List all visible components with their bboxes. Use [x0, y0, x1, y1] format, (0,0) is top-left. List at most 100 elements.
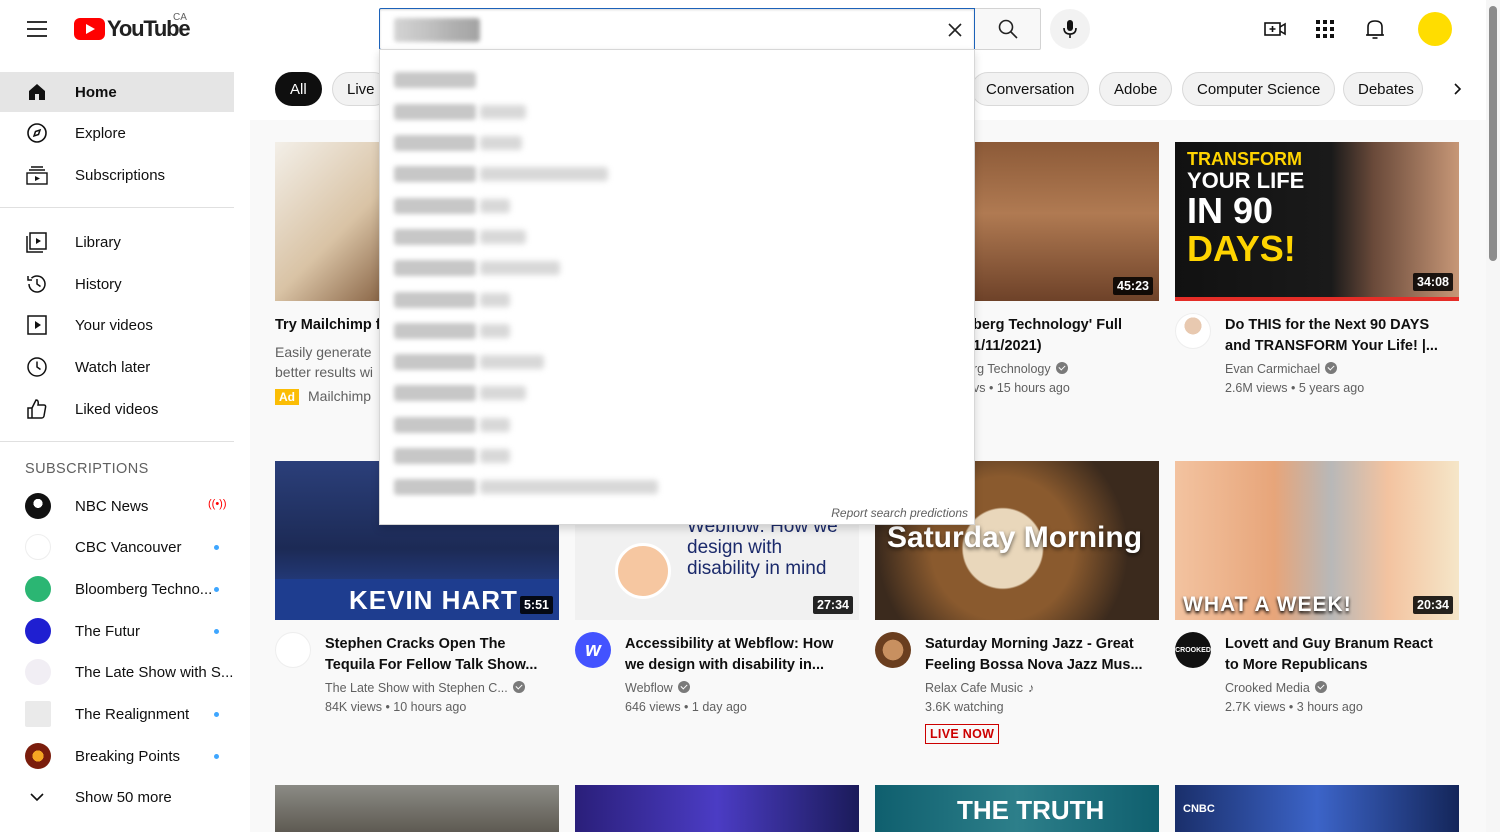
sidebar-item-explore[interactable]: Explore — [0, 113, 234, 153]
suggestion-item[interactable] — [380, 222, 974, 253]
video-thumbnail[interactable]: CNBC — [1175, 785, 1459, 832]
channel-name[interactable]: Crooked Media — [1225, 681, 1327, 695]
video-thumbnail[interactable] — [575, 785, 859, 832]
scrollbar-thumb[interactable] — [1489, 6, 1497, 261]
sidebar-item-subscription[interactable]: The Late Show with S... — [0, 652, 234, 692]
channel-avatar[interactable]: w — [575, 632, 611, 668]
suggestion-item[interactable] — [380, 253, 974, 284]
video-title[interactable]: Saturday Morning Jazz - Great Feeling Bo… — [925, 634, 1145, 676]
youtube-logo[interactable]: YouTube CA — [74, 12, 191, 42]
clear-search-icon[interactable] — [944, 19, 966, 41]
apps-grid-icon[interactable] — [1312, 16, 1338, 42]
suggestion-item[interactable] — [380, 191, 974, 222]
channel-avatar[interactable]: CROOKED — [1175, 632, 1211, 668]
sidebar-item-home[interactable]: Home — [0, 72, 234, 112]
verified-icon — [512, 681, 525, 693]
sidebar-item-subscription[interactable]: Breaking Points — [0, 736, 234, 776]
create-video-icon[interactable] — [1262, 16, 1288, 42]
sidebar-item-subscription[interactable]: Bloomberg Techno... — [0, 569, 234, 609]
suggestion-item[interactable] — [380, 97, 974, 128]
video-card[interactable]: TRANSFORM YOUR LIFE IN 90 DAYS! 34:08 Do… — [1175, 142, 1459, 442]
sidebar-item-history[interactable]: History — [0, 264, 234, 304]
chip-debates[interactable]: Debates — [1343, 72, 1423, 106]
voice-search-button[interactable] — [1050, 9, 1090, 49]
video-title[interactable]: Do THIS for the Next 90 DAYS and TRANSFO… — [1225, 315, 1445, 357]
suggestion-item[interactable] — [380, 128, 974, 159]
library-icon — [26, 232, 47, 253]
channel-avatar — [25, 743, 51, 769]
suggestion-item[interactable] — [380, 441, 974, 472]
video-card[interactable]: CNBC — [1175, 785, 1459, 832]
suggestion-item[interactable] — [380, 65, 974, 96]
show-more-button[interactable]: Show 50 more — [0, 777, 234, 817]
sidebar-item-subscription[interactable]: CBC Vancouver — [0, 527, 234, 567]
thumbnail-text: CNBC — [1183, 803, 1215, 815]
video-thumbnail[interactable] — [275, 785, 559, 832]
video-thumbnail[interactable]: THE TRUTH — [875, 785, 1159, 832]
channel-name[interactable]: Relax Cafe Music ♪ — [925, 681, 1034, 695]
page-scrollbar[interactable] — [1486, 0, 1500, 832]
channel-avatar[interactable] — [875, 632, 911, 668]
channel-name[interactable]: The Late Show with Stephen C... — [325, 681, 525, 695]
suggestion-item[interactable] — [380, 285, 974, 316]
video-duration: 27:34 — [813, 596, 853, 614]
suggestion-item[interactable] — [380, 410, 974, 441]
chevron-down-icon — [30, 793, 44, 802]
sidebar-item-liked-videos[interactable]: Liked videos — [0, 389, 234, 429]
clock-icon — [27, 357, 47, 377]
suggestion-item[interactable] — [380, 159, 974, 190]
search-input[interactable] — [379, 8, 975, 50]
video-card[interactable]: THE TRUTH — [875, 785, 1159, 832]
notifications-bell-icon[interactable] — [1362, 16, 1388, 42]
video-meta: 84K views • 10 hours ago — [325, 700, 467, 714]
video-thumbnail[interactable]: TRANSFORM YOUR LIFE IN 90 DAYS! 34:08 — [1175, 142, 1459, 301]
suggestion-item[interactable] — [380, 378, 974, 409]
video-duration: 45:23 — [1113, 277, 1153, 295]
chip-adobe[interactable]: Adobe — [1099, 72, 1173, 106]
suggestion-item[interactable] — [380, 347, 974, 378]
video-title[interactable]: berg Technology' Full 1/11/2021) — [973, 315, 1163, 357]
show-more-label: Show 50 more — [75, 788, 172, 806]
report-search-predictions-link[interactable]: Report search predictions — [831, 506, 968, 520]
sidebar-item-subscription[interactable]: NBC News ((•)) — [0, 486, 234, 526]
sidebar-item-label: CBC Vancouver — [75, 538, 182, 556]
sidebar-item-subscriptions[interactable]: Subscriptions — [0, 155, 234, 195]
chip-computer-science[interactable]: Computer Science — [1182, 72, 1336, 106]
channel-name[interactable]: Webflow — [625, 681, 690, 695]
channel-avatar — [25, 576, 51, 602]
channel-avatar — [25, 701, 51, 727]
sidebar-item-label: Explore — [75, 124, 126, 142]
search-button[interactable] — [975, 8, 1041, 50]
sidebar-item-subscription[interactable]: The Futur — [0, 611, 234, 651]
your-videos-icon — [27, 315, 47, 335]
sidebar-item-watch-later[interactable]: Watch later — [0, 347, 234, 387]
search-query-blurred — [394, 18, 480, 42]
account-avatar[interactable] — [1418, 12, 1452, 46]
sidebar-item-subscription[interactable]: The Realignment — [0, 694, 234, 734]
sidebar-divider — [0, 207, 234, 208]
channel-avatar[interactable] — [275, 632, 311, 668]
channel-avatar[interactable] — [1175, 313, 1211, 349]
sidebar-item-library[interactable]: Library — [0, 222, 234, 262]
menu-icon[interactable] — [22, 14, 52, 44]
video-card[interactable] — [275, 785, 559, 832]
video-thumbnail[interactable]: WHAT A WEEK! 20:34 — [1175, 461, 1459, 620]
video-title[interactable]: Stephen Cracks Open The Tequila For Fell… — [325, 634, 545, 676]
video-title[interactable]: Accessibility at Webflow: How we design … — [625, 634, 845, 676]
channel-name[interactable]: rg Technology — [973, 362, 1068, 376]
video-meta: 646 views • 1 day ago — [625, 700, 747, 714]
chip-conversation[interactable]: Conversation — [971, 72, 1090, 106]
suggestion-item[interactable] — [380, 316, 974, 347]
sidebar-item-your-videos[interactable]: Your videos — [0, 305, 234, 345]
chip-all[interactable]: All — [275, 72, 322, 106]
video-meta: 2.6M views • 5 years ago — [1225, 381, 1365, 395]
sidebar-item-label: Breaking Points — [75, 747, 181, 765]
channel-name[interactable]: Evan Carmichael — [1225, 362, 1338, 376]
chip-next-arrow-icon[interactable] — [1440, 72, 1474, 106]
ad-title[interactable]: Try Mailchimp fo — [275, 315, 385, 336]
video-card[interactable]: WHAT A WEEK! 20:34 CROOKED Lovett and Gu… — [1175, 461, 1459, 761]
video-title[interactable]: Lovett and Guy Branum React to More Repu… — [1225, 634, 1445, 676]
suggestion-item[interactable] — [380, 472, 974, 503]
video-card[interactable] — [575, 785, 859, 832]
new-content-dot — [214, 545, 219, 550]
